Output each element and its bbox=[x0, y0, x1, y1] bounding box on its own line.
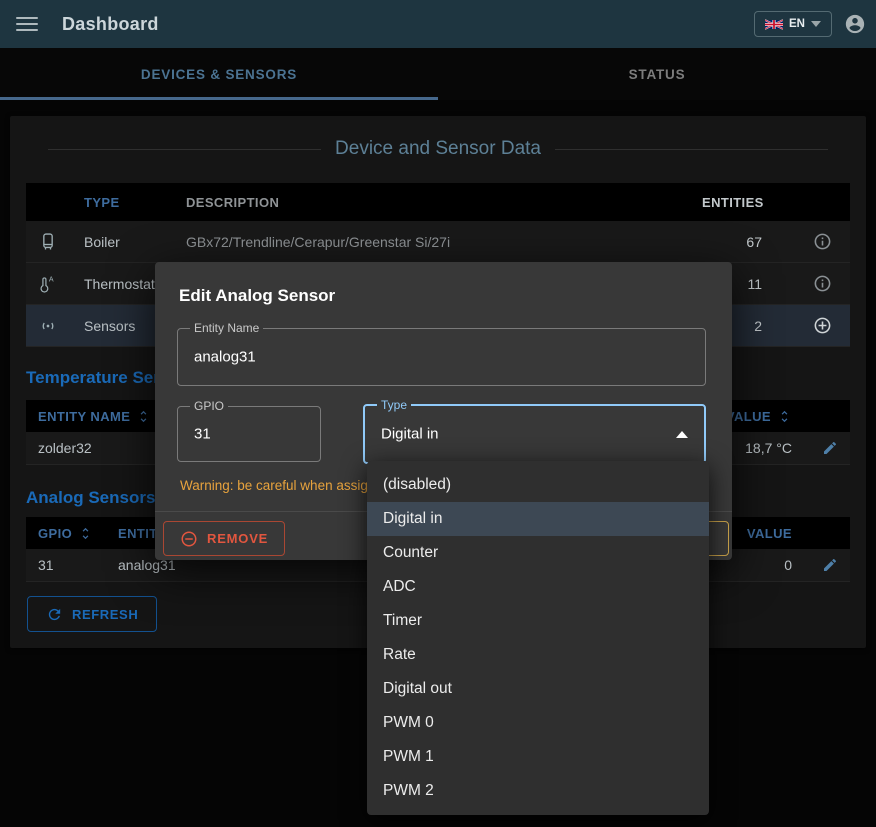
option-rate[interactable]: Rate bbox=[367, 638, 709, 672]
remove-label: REMOVE bbox=[207, 531, 268, 546]
refresh-button[interactable]: REFRESH bbox=[27, 596, 157, 632]
boiler-icon bbox=[38, 232, 58, 252]
sort-icon[interactable] bbox=[78, 526, 93, 541]
sort-icon[interactable] bbox=[777, 409, 792, 424]
option-pwm-1[interactable]: PWM 1 bbox=[367, 740, 709, 774]
col-type: TYPE bbox=[84, 195, 186, 210]
col-entities: ENTITIES bbox=[702, 195, 762, 210]
section-title: Device and Sensor Data bbox=[10, 138, 866, 160]
gpio-label: GPIO bbox=[190, 399, 228, 413]
tab-bar: DEVICES & SENSORS STATUS bbox=[0, 48, 876, 100]
type-label: Type bbox=[377, 398, 411, 412]
option-pwm-0[interactable]: PWM 0 bbox=[367, 706, 709, 740]
chevron-down-icon bbox=[811, 21, 821, 27]
page-title: Dashboard bbox=[62, 14, 159, 35]
sensor-gpio: 31 bbox=[38, 557, 118, 573]
active-tab-indicator bbox=[0, 97, 438, 100]
devices-table-header: TYPE DESCRIPTION ENTITIES bbox=[26, 183, 850, 221]
option-pwm-2[interactable]: PWM 2 bbox=[367, 774, 709, 808]
col-entity-name[interactable]: ENTITY NAME bbox=[38, 409, 130, 424]
info-icon[interactable] bbox=[813, 274, 832, 293]
option-timer[interactable]: Timer bbox=[367, 604, 709, 638]
language-selector[interactable]: EN bbox=[754, 11, 832, 37]
device-type: Boiler bbox=[84, 234, 186, 250]
entity-name-label: Entity Name bbox=[190, 321, 263, 335]
remove-circle-icon bbox=[180, 530, 198, 548]
type-select[interactable]: Type Digital in bbox=[363, 404, 706, 464]
uk-flag-icon bbox=[765, 19, 783, 30]
col-gpio[interactable]: GPIO bbox=[38, 526, 72, 541]
section-title-text: Device and Sensor Data bbox=[321, 138, 555, 160]
edit-icon[interactable] bbox=[822, 440, 838, 456]
type-dropdown-menu: (disabled) Digital in Counter ADC Timer … bbox=[367, 461, 709, 815]
option-digital-in[interactable]: Digital in bbox=[367, 502, 709, 536]
top-app-bar: Dashboard EN bbox=[0, 0, 876, 48]
col-description: DESCRIPTION bbox=[186, 195, 702, 210]
info-icon[interactable] bbox=[813, 232, 832, 251]
language-label: EN bbox=[789, 18, 805, 30]
option-digital-out[interactable]: Digital out bbox=[367, 672, 709, 706]
sensors-icon bbox=[38, 316, 58, 336]
gpio-value: 31 bbox=[194, 426, 211, 443]
entity-name-value: analog31 bbox=[194, 349, 256, 366]
col-value[interactable]: VALUE bbox=[726, 409, 771, 424]
entity-name-field[interactable]: Entity Name analog31 bbox=[177, 328, 706, 386]
device-description: GBx72/Trendline/Cerapur/Greenstar Si/27i bbox=[186, 234, 702, 250]
refresh-icon bbox=[46, 606, 63, 623]
menu-icon[interactable] bbox=[16, 13, 38, 35]
account-avatar[interactable] bbox=[844, 13, 866, 35]
gpio-field[interactable]: GPIO 31 bbox=[177, 406, 321, 462]
sort-icon[interactable] bbox=[136, 409, 151, 424]
chevron-up-icon bbox=[676, 431, 688, 438]
table-row-boiler[interactable]: Boiler GBx72/Trendline/Cerapur/Greenstar… bbox=[26, 221, 850, 263]
tab-devices-sensors[interactable]: DEVICES & SENSORS bbox=[0, 48, 438, 100]
add-circle-icon[interactable] bbox=[813, 316, 832, 335]
svg-text:A: A bbox=[49, 275, 54, 283]
option-disabled[interactable]: (disabled) bbox=[367, 468, 709, 502]
type-value: Digital in bbox=[381, 426, 439, 443]
edit-icon[interactable] bbox=[822, 557, 838, 573]
analog-sensors-heading: Analog Sensors bbox=[26, 488, 155, 508]
thermostat-icon: A bbox=[38, 274, 58, 294]
tab-status[interactable]: STATUS bbox=[438, 48, 876, 100]
option-adc[interactable]: ADC bbox=[367, 570, 709, 604]
dialog-title: Edit Analog Sensor bbox=[155, 262, 732, 306]
remove-button[interactable]: REMOVE bbox=[163, 521, 285, 556]
device-entities-count: 67 bbox=[702, 234, 762, 250]
refresh-label: REFRESH bbox=[72, 607, 138, 622]
option-counter[interactable]: Counter bbox=[367, 536, 709, 570]
